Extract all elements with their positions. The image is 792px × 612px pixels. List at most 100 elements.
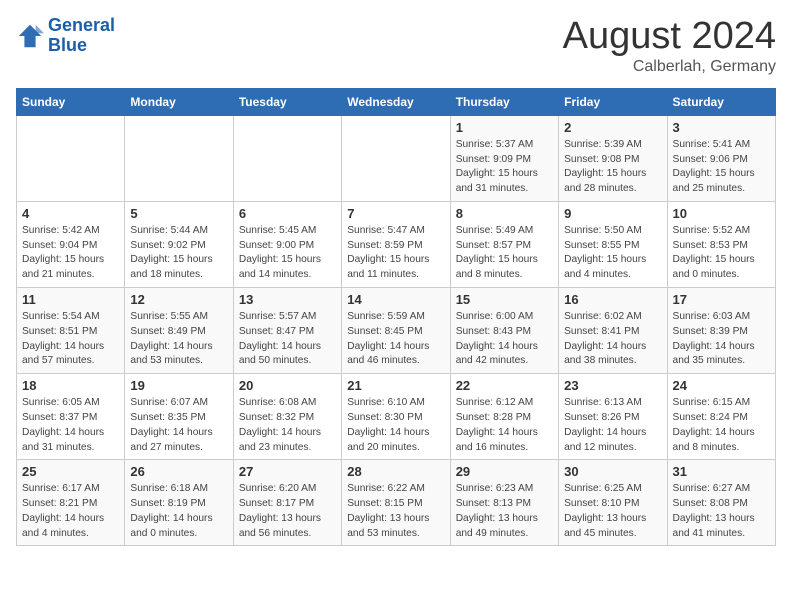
day-info: Sunrise: 6:02 AM Sunset: 8:41 PM Dayligh… [564, 310, 661, 369]
day-info: Sunrise: 5:45 AM Sunset: 9:00 PM Dayligh… [239, 224, 336, 283]
day-info: Sunrise: 5:54 AM Sunset: 8:51 PM Dayligh… [22, 310, 119, 369]
day-number: 7 [347, 206, 444, 221]
day-number: 1 [456, 120, 553, 135]
day-info: Sunrise: 6:12 AM Sunset: 8:28 PM Dayligh… [456, 396, 553, 455]
day-number: 22 [456, 378, 553, 393]
calendar-location: Calberlah, Germany [563, 58, 776, 76]
calendar-cell: 29Sunrise: 6:23 AM Sunset: 8:13 PM Dayli… [450, 460, 558, 546]
calendar-cell: 9 Sunrise: 5:50 AM Sunset: 8:55 PM Daylig… [559, 201, 667, 287]
calendar-cell [17, 115, 125, 201]
day-number: 24 [673, 378, 770, 393]
logo: General Blue [16, 16, 115, 56]
calendar-cell: 18 Sunrise: 6:05 AM Sunset: 8:37 PM Dayli… [17, 374, 125, 460]
calendar-cell [125, 115, 233, 201]
weekday-header-row: SundayMondayTuesdayWednesdayThursdayFrid… [17, 88, 776, 115]
day-info: Sunrise: 5:52 AM Sunset: 8:53 PM Dayligh… [673, 224, 770, 283]
day-number: 29 [456, 464, 553, 479]
day-info: Sunrise: 5:44 AM Sunset: 9:02 PM Dayligh… [130, 224, 227, 283]
day-number: 21 [347, 378, 444, 393]
calendar-cell [233, 115, 341, 201]
calendar-cell: 24 Sunrise: 6:15 AM Sunset: 8:24 PM Dayli… [667, 374, 775, 460]
calendar-cell: 16 Sunrise: 6:02 AM Sunset: 8:41 PM Dayli… [559, 288, 667, 374]
day-number: 20 [239, 378, 336, 393]
calendar-cell: 31 Sunrise: 6:27 AM Sunset: 8:08 PM Dayli… [667, 460, 775, 546]
day-info: Sunrise: 6:15 AM Sunset: 8:24 PM Dayligh… [673, 396, 770, 455]
logo-icon [16, 22, 44, 50]
day-info: Sunrise: 6:07 AM Sunset: 8:35 PM Dayligh… [130, 396, 227, 455]
weekday-header-friday: Friday [559, 88, 667, 115]
day-number: 19 [130, 378, 227, 393]
calendar-cell: 28 Sunrise: 6:22 AM Sunset: 8:15 PM Dayli… [342, 460, 450, 546]
logo-text: General Blue [48, 16, 115, 56]
weekday-header-monday: Monday [125, 88, 233, 115]
day-number: 11 [22, 292, 119, 307]
day-number: 31 [673, 464, 770, 479]
calendar-cell [342, 115, 450, 201]
day-number: 6 [239, 206, 336, 221]
calendar-cell: 12 Sunrise: 5:55 AM Sunset: 8:49 PM Dayli… [125, 288, 233, 374]
day-number: 10 [673, 206, 770, 221]
day-info: Sunrise: 6:10 AM Sunset: 8:30 PM Dayligh… [347, 396, 444, 455]
calendar-cell: 2Sunrise: 5:39 AM Sunset: 9:08 PM Daylig… [559, 115, 667, 201]
day-number: 16 [564, 292, 661, 307]
day-number: 5 [130, 206, 227, 221]
day-info: Sunrise: 6:25 AM Sunset: 8:10 PM Dayligh… [564, 482, 661, 541]
day-number: 2 [564, 120, 661, 135]
calendar-cell: 30 Sunrise: 6:25 AM Sunset: 8:10 PM Dayli… [559, 460, 667, 546]
calendar-cell: 3Sunrise: 5:41 AM Sunset: 9:06 PM Daylig… [667, 115, 775, 201]
calendar-cell: 23 Sunrise: 6:13 AM Sunset: 8:26 PM Dayli… [559, 374, 667, 460]
calendar-cell: 26 Sunrise: 6:18 AM Sunset: 8:19 PM Dayli… [125, 460, 233, 546]
weekday-header-sunday: Sunday [17, 88, 125, 115]
day-info: Sunrise: 5:47 AM Sunset: 8:59 PM Dayligh… [347, 224, 444, 283]
calendar-cell: 19 Sunrise: 6:07 AM Sunset: 8:35 PM Dayli… [125, 374, 233, 460]
day-info: Sunrise: 5:42 AM Sunset: 9:04 PM Dayligh… [22, 224, 119, 283]
day-info: Sunrise: 6:05 AM Sunset: 8:37 PM Dayligh… [22, 396, 119, 455]
calendar-week-row-5: 25Sunrise: 6:17 AM Sunset: 8:21 PM Dayli… [17, 460, 776, 546]
calendar-cell: 14 Sunrise: 5:59 AM Sunset: 8:45 PM Dayli… [342, 288, 450, 374]
calendar-cell: 7 Sunrise: 5:47 AM Sunset: 8:59 PM Daylig… [342, 201, 450, 287]
calendar-week-row-4: 18 Sunrise: 6:05 AM Sunset: 8:37 PM Dayli… [17, 374, 776, 460]
calendar-cell: 1 Sunrise: 5:37 AM Sunset: 9:09 PM Daylig… [450, 115, 558, 201]
calendar-week-row-1: 1 Sunrise: 5:37 AM Sunset: 9:09 PM Daylig… [17, 115, 776, 201]
day-number: 18 [22, 378, 119, 393]
day-number: 26 [130, 464, 227, 479]
weekday-header-tuesday: Tuesday [233, 88, 341, 115]
weekday-header-wednesday: Wednesday [342, 88, 450, 115]
calendar-cell: 6 Sunrise: 5:45 AM Sunset: 9:00 PM Daylig… [233, 201, 341, 287]
page-header: General Blue August 2024 Calberlah, Germ… [16, 16, 776, 76]
day-number: 28 [347, 464, 444, 479]
calendar-cell: 22 Sunrise: 6:12 AM Sunset: 8:28 PM Dayli… [450, 374, 558, 460]
day-number: 25 [22, 464, 119, 479]
day-info: Sunrise: 6:20 AM Sunset: 8:17 PM Dayligh… [239, 482, 336, 541]
day-info: Sunrise: 6:27 AM Sunset: 8:08 PM Dayligh… [673, 482, 770, 541]
day-number: 30 [564, 464, 661, 479]
day-info: Sunrise: 5:55 AM Sunset: 8:49 PM Dayligh… [130, 310, 227, 369]
day-info: Sunrise: 5:49 AM Sunset: 8:57 PM Dayligh… [456, 224, 553, 283]
calendar-cell: 8Sunrise: 5:49 AM Sunset: 8:57 PM Daylig… [450, 201, 558, 287]
day-info: Sunrise: 6:08 AM Sunset: 8:32 PM Dayligh… [239, 396, 336, 455]
day-info: Sunrise: 5:59 AM Sunset: 8:45 PM Dayligh… [347, 310, 444, 369]
day-info: Sunrise: 5:50 AM Sunset: 8:55 PM Dayligh… [564, 224, 661, 283]
day-info: Sunrise: 6:18 AM Sunset: 8:19 PM Dayligh… [130, 482, 227, 541]
calendar-cell: 13Sunrise: 5:57 AM Sunset: 8:47 PM Dayli… [233, 288, 341, 374]
day-number: 14 [347, 292, 444, 307]
day-number: 27 [239, 464, 336, 479]
calendar-table: SundayMondayTuesdayWednesdayThursdayFrid… [16, 88, 776, 547]
calendar-cell: 15Sunrise: 6:00 AM Sunset: 8:43 PM Dayli… [450, 288, 558, 374]
day-info: Sunrise: 5:37 AM Sunset: 9:09 PM Dayligh… [456, 138, 553, 197]
day-info: Sunrise: 6:13 AM Sunset: 8:26 PM Dayligh… [564, 396, 661, 455]
calendar-month-year: August 2024 [563, 16, 776, 58]
calendar-cell: 5 Sunrise: 5:44 AM Sunset: 9:02 PM Daylig… [125, 201, 233, 287]
day-info: Sunrise: 6:22 AM Sunset: 8:15 PM Dayligh… [347, 482, 444, 541]
calendar-cell: 20 Sunrise: 6:08 AM Sunset: 8:32 PM Dayli… [233, 374, 341, 460]
day-number: 12 [130, 292, 227, 307]
day-info: Sunrise: 5:41 AM Sunset: 9:06 PM Dayligh… [673, 138, 770, 197]
calendar-cell: 27 Sunrise: 6:20 AM Sunset: 8:17 PM Dayli… [233, 460, 341, 546]
day-info: Sunrise: 6:00 AM Sunset: 8:43 PM Dayligh… [456, 310, 553, 369]
calendar-cell: 25Sunrise: 6:17 AM Sunset: 8:21 PM Dayli… [17, 460, 125, 546]
day-number: 17 [673, 292, 770, 307]
day-number: 9 [564, 206, 661, 221]
day-number: 23 [564, 378, 661, 393]
calendar-cell: 21 Sunrise: 6:10 AM Sunset: 8:30 PM Dayli… [342, 374, 450, 460]
day-number: 13 [239, 292, 336, 307]
